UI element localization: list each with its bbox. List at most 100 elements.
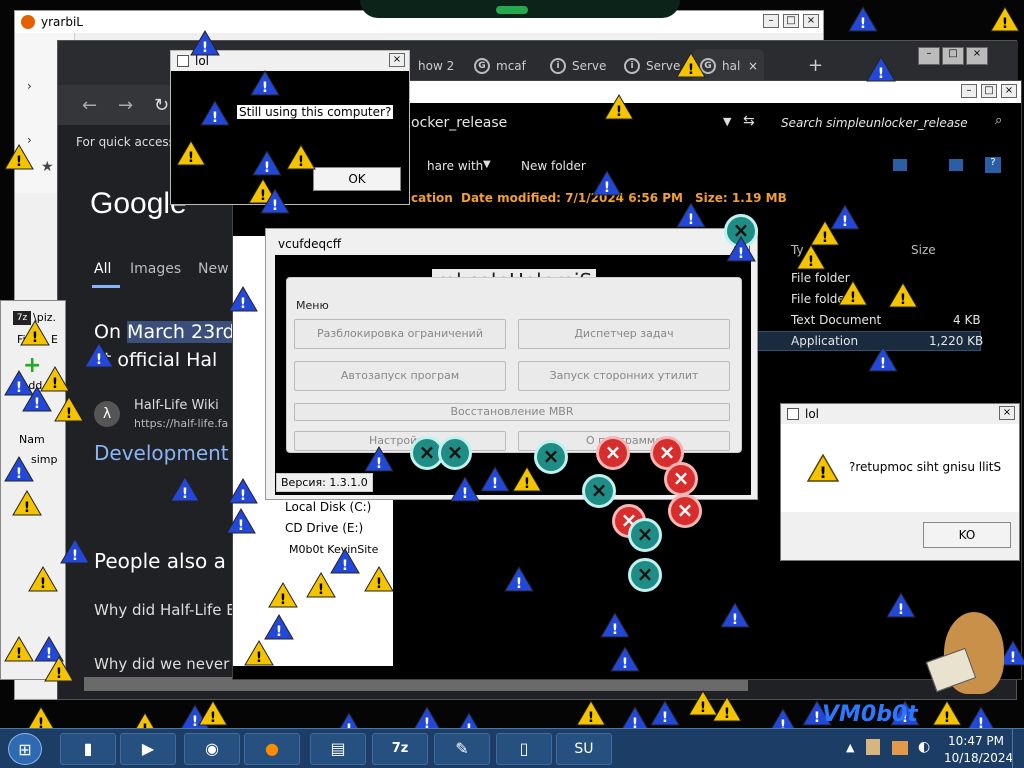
warning-icon: ! xyxy=(286,144,316,170)
tab-close-icon[interactable]: × xyxy=(748,49,758,83)
share-with-button[interactable]: hare with xyxy=(427,159,483,173)
task-manager-button[interactable]: Диспетчер задач xyxy=(518,319,730,349)
taskbar-media-icon[interactable]: ▶ xyxy=(120,733,176,765)
ok-button[interactable]: OK xyxy=(313,167,401,191)
row-item[interactable]: simp xyxy=(31,453,58,466)
row-size[interactable]: 1,220 KB xyxy=(929,334,983,348)
svg-text:!: ! xyxy=(240,296,246,312)
chrome-close-button[interactable]: × xyxy=(966,47,988,65)
maximize-button[interactable]: □ xyxy=(981,84,997,98)
svg-text:!: ! xyxy=(24,500,30,516)
search-tab-all[interactable]: All xyxy=(94,261,111,277)
unlock-restrictions-button[interactable]: Разблокировка ограничений xyxy=(294,319,506,349)
col-name[interactable]: Nam xyxy=(19,433,45,446)
svg-text:!: ! xyxy=(280,592,286,608)
nav-local-disk[interactable]: Local Disk (C:) xyxy=(285,500,371,514)
svg-text:!: ! xyxy=(256,650,262,666)
row-size[interactable]: 4 KB xyxy=(953,313,981,327)
menu-e[interactable]: E xyxy=(51,333,58,346)
minimize-button[interactable]: – xyxy=(961,84,977,98)
view-icon[interactable] xyxy=(893,159,907,171)
taskbar-cmd-icon[interactable]: ▮ xyxy=(60,733,116,765)
tab-label: how 2 xyxy=(418,59,455,73)
search-icon[interactable]: ⌕ xyxy=(995,113,1002,128)
search-tab-news[interactable]: New xyxy=(198,261,229,277)
faq-question-1[interactable]: Why did Half-Life E xyxy=(94,601,236,619)
taskbar-phone-icon[interactable]: ▯ xyxy=(496,733,552,765)
warning-icon: ! xyxy=(44,656,74,682)
tab-3[interactable]: i Serve xyxy=(542,49,616,83)
new-folder-button[interactable]: New folder xyxy=(521,159,586,173)
restore-mbr-button[interactable]: Восстановление MBR xyxy=(294,403,730,421)
search-input[interactable]: Search simpleunlocker_release xyxy=(781,116,968,130)
address-folder[interactable]: ocker_release xyxy=(411,115,507,131)
close-button[interactable]: × xyxy=(803,14,819,28)
search-tab-underline xyxy=(92,285,120,288)
show-desktop-button[interactable] xyxy=(1012,729,1024,768)
dialog-titlebar[interactable]: lol × xyxy=(781,404,1019,424)
development-link[interactable]: Development xyxy=(94,441,229,465)
close-button[interactable]: × xyxy=(389,53,405,67)
taskbar-paint-icon[interactable]: ✎ xyxy=(434,733,490,765)
warning-icon: ! xyxy=(726,236,756,262)
tab-label: mcaf xyxy=(496,59,526,73)
clock-date[interactable]: 10/18/2024 xyxy=(944,751,1013,765)
reload-icon[interactable]: ↻ xyxy=(154,95,169,116)
chevron-right-icon[interactable]: › xyxy=(27,79,32,93)
warning-icon: ! xyxy=(260,188,290,214)
back-arrow-icon[interactable]: ← xyxy=(82,95,97,116)
forward-arrow-icon[interactable]: → xyxy=(118,95,133,116)
col-size[interactable]: Size xyxy=(911,243,936,257)
tray-volume-icon[interactable]: ◐ xyxy=(918,739,930,755)
search-tab-images[interactable]: Images xyxy=(130,261,181,277)
taskbar-7zip-icon[interactable]: 7z xyxy=(372,733,428,765)
new-tab-button[interactable]: + xyxy=(808,55,823,76)
wiki-title[interactable]: Half-Life Wiki xyxy=(134,398,219,413)
svg-text:!: ! xyxy=(34,396,40,412)
help-icon[interactable]: ? xyxy=(985,157,1001,173)
chevron-down-icon[interactable]: ▼ xyxy=(483,159,491,170)
close-button[interactable]: × xyxy=(1001,84,1017,98)
row-type[interactable]: Text Document xyxy=(791,313,881,327)
star-icon[interactable]: ★ xyxy=(41,159,54,175)
svg-text:!: ! xyxy=(814,710,820,726)
close-button[interactable]: × xyxy=(999,406,1015,420)
row-type[interactable]: Application xyxy=(791,334,858,348)
chrome-minimize-button[interactable]: – xyxy=(918,47,940,65)
svg-text:!: ! xyxy=(492,476,498,492)
preview-pane-icon[interactable] xyxy=(949,159,963,171)
chrome-maximize-button[interactable]: □ xyxy=(942,47,964,65)
tray-up-icon[interactable]: ▲ xyxy=(846,741,854,754)
ok-button[interactable]: KO xyxy=(923,522,1011,548)
version-label: Версия: 1.3.1.0 xyxy=(276,473,373,492)
minimize-button[interactable]: – xyxy=(763,14,779,28)
dropdown-arrow-icon[interactable]: ▼ xyxy=(723,115,731,128)
third-party-utilities-button[interactable]: Запуск сторонних утилит xyxy=(518,361,730,391)
warning-icon: ! xyxy=(848,6,878,32)
svg-text:!: ! xyxy=(622,656,628,672)
faq-question-2[interactable]: Why did we never xyxy=(94,655,229,673)
refresh-icon[interactable]: ⇆ xyxy=(743,113,755,129)
svg-text:!: ! xyxy=(724,706,730,722)
settings-button[interactable]: Настройки xyxy=(294,431,506,451)
clock-time[interactable]: 10:47 PM xyxy=(948,734,1004,748)
taskbar-su-icon[interactable]: SU xyxy=(556,733,612,765)
row-type[interactable]: File folde xyxy=(791,292,845,306)
close-circle-icon: × xyxy=(438,436,472,470)
warning-icon: ! xyxy=(888,282,918,308)
nav-cd-drive[interactable]: CD Drive (E:) xyxy=(285,521,363,535)
svg-text:!: ! xyxy=(944,710,950,726)
maximize-button[interactable]: □ xyxy=(783,14,799,28)
warning-icon: ! xyxy=(866,56,896,82)
autorun-button[interactable]: Автозапуск програм xyxy=(294,361,506,391)
taskbar-browser-icon[interactable]: ◉ xyxy=(184,733,240,765)
svg-text:!: ! xyxy=(688,212,694,228)
taskbar-notepad-icon[interactable]: ▤ xyxy=(310,733,366,765)
taskbar-firefox-icon[interactable]: ● xyxy=(244,733,300,765)
warning-icon: ! xyxy=(600,612,630,638)
tray-app-icon[interactable] xyxy=(866,739,880,755)
tray-network-icon[interactable] xyxy=(892,741,908,755)
tab-2[interactable]: Gmcaf xyxy=(466,49,540,83)
svg-text:!: ! xyxy=(516,576,522,592)
start-button[interactable]: ⊞ xyxy=(8,733,42,765)
